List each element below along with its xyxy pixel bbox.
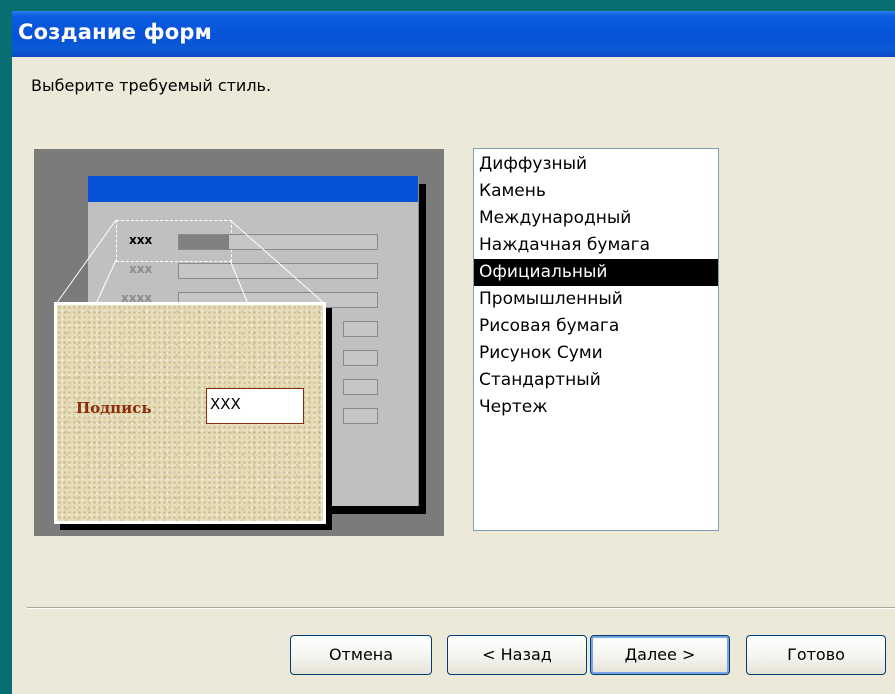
cancel-button[interactable]: Отмена <box>290 635 432 675</box>
style-list-item[interactable]: Стандартный <box>474 367 718 394</box>
style-list-item[interactable]: Чертеж <box>474 394 718 421</box>
form-wizard-dialog: Создание форм Выберите требуемый стиль. … <box>12 11 895 694</box>
style-list[interactable]: Диффузный Камень Международный Наждачная… <box>473 148 719 531</box>
back-button[interactable]: < Назад <box>447 635 587 675</box>
instruction-text: Выберите требуемый стиль. <box>31 76 272 95</box>
zoomed-sample: Подпись XXX <box>54 302 326 524</box>
finish-button[interactable]: Готово <box>746 635 886 675</box>
style-list-item[interactable]: Промышленный <box>474 286 718 313</box>
divider-highlight <box>27 608 895 609</box>
style-list-item[interactable]: Рисунок Суми <box>474 340 718 367</box>
style-list-item-selected[interactable]: Официальный <box>474 259 718 286</box>
style-preview: xxx xxx xxxx Подпись XXX <box>34 149 444 536</box>
style-list-item[interactable]: Рисовая бумага <box>474 313 718 340</box>
style-list-item[interactable]: Диффузный <box>474 151 718 178</box>
style-list-item[interactable]: Камень <box>474 178 718 205</box>
title-bar[interactable]: Создание форм <box>12 11 895 57</box>
style-list-item[interactable]: Международный <box>474 205 718 232</box>
window-title: Создание форм <box>18 20 213 44</box>
sample-field: XXX <box>206 388 304 424</box>
next-button[interactable]: Далее > <box>590 635 730 675</box>
style-list-item[interactable]: Наждачная бумага <box>474 232 718 259</box>
sample-label: Подпись <box>76 399 152 417</box>
